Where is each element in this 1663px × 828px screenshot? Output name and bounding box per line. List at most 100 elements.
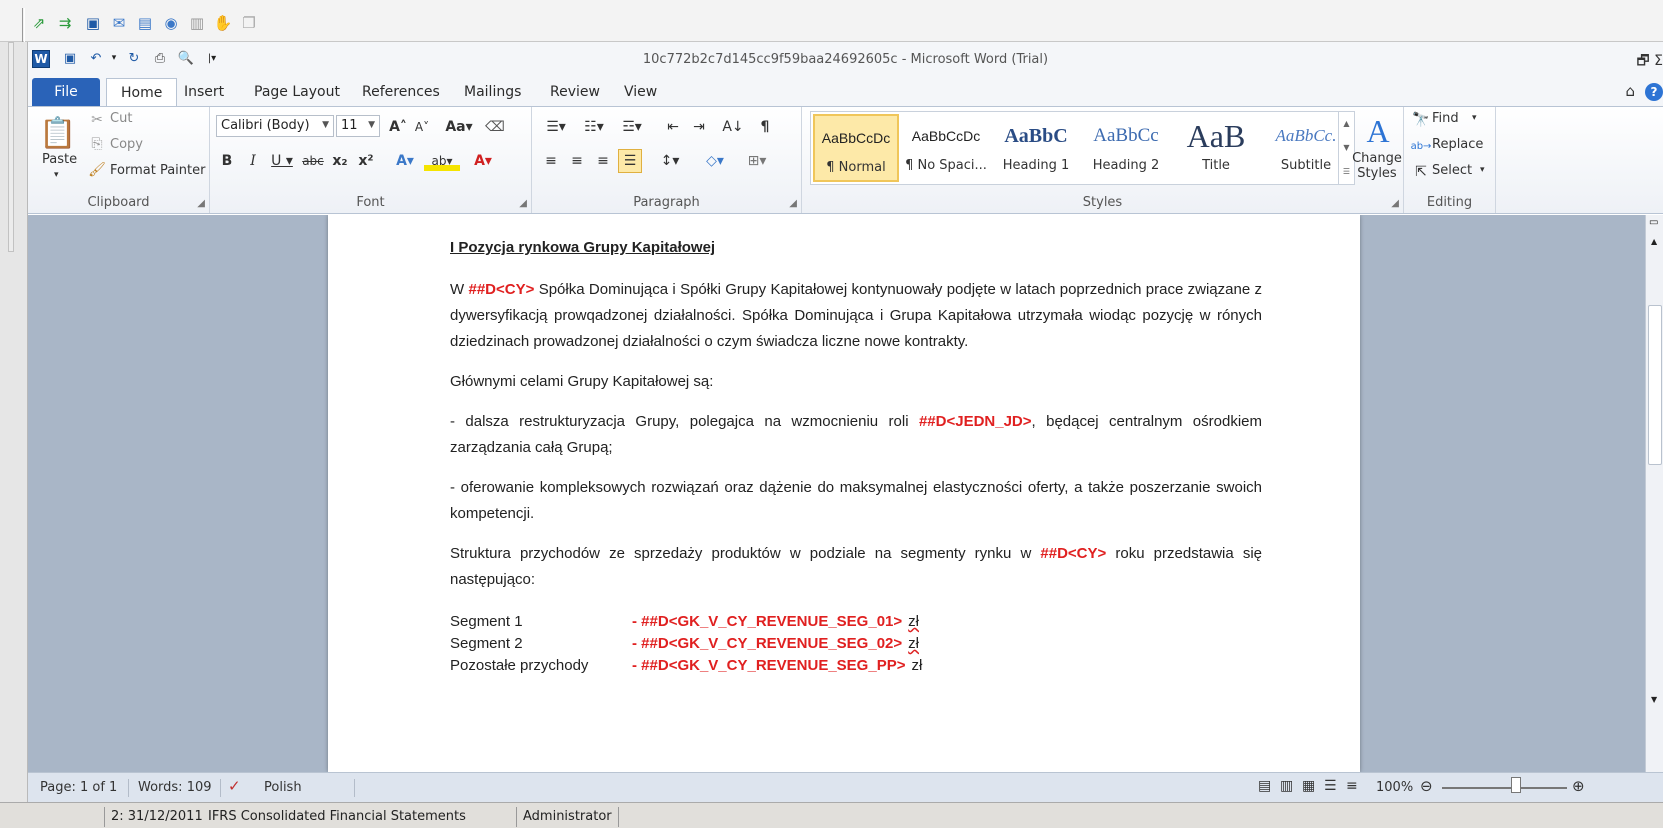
draft-icon[interactable]: ≡ [1346,778,1358,794]
word-count[interactable]: Words: 109 [138,780,212,795]
tab-view[interactable]: View [610,78,671,106]
style-subtitle[interactable]: AaBbCc. Subtitle [1263,114,1349,182]
copy-label[interactable]: Copy [110,137,143,152]
tab-references[interactable]: References [348,78,454,106]
find-dropdown-icon[interactable]: ▾ [1472,113,1477,123]
help-icon[interactable]: ? [1645,83,1663,101]
decrease-indent-icon[interactable]: ⇤ [662,117,684,137]
superscript-icon[interactable]: x² [356,151,376,171]
style-normal[interactable]: AaBbCcDc ¶ Normal [813,114,899,182]
borders-icon[interactable]: ⊞▾ [740,151,774,171]
scroll-thumb[interactable] [1648,305,1662,465]
format-painter-icon[interactable]: 🖌 [88,161,106,179]
font-size-dropdown[interactable]: 11 ▼ [336,115,380,137]
document-body[interactable]: I Pozycja rynkowa Grupy Kapitałowej W ##… [450,235,1262,677]
scroll-down-icon[interactable]: ▼ [1651,695,1657,704]
print-layout-icon[interactable]: ▤ [1258,778,1271,794]
replace-label[interactable]: Replace [1432,137,1483,152]
web-layout-icon[interactable]: ▦ [1302,778,1315,794]
green-arrow-icon[interactable]: ⇗ [28,12,50,34]
clear-formatting-icon[interactable]: ⌫ [484,117,506,137]
select-label[interactable]: Select [1432,163,1472,178]
paragraph-launcher-icon[interactable]: ◢ [789,198,797,209]
page-count[interactable]: Page: 1 of 1 [40,780,117,795]
book-icon[interactable]: ▥ [186,12,208,34]
style-heading-2[interactable]: AaBbCc Heading 2 [1083,114,1169,182]
paste-label[interactable]: Paste [42,152,77,167]
copy-icon[interactable]: ⎘ [88,135,106,153]
align-center-icon[interactable]: ≡ [566,151,588,171]
subscript-icon[interactable]: x₂ [330,151,350,171]
zoom-in-icon[interactable]: ⊕ [1572,777,1585,795]
select-icon[interactable]: ⇱ [1412,163,1430,181]
zoom-slider[interactable] [1442,787,1567,789]
align-left-icon[interactable]: ≡ [540,151,562,171]
tab-mailings[interactable]: Mailings [450,78,535,106]
font-name-dropdown[interactable]: Calibri (Body) ▼ [216,115,334,137]
calendar-icon[interactable]: ▤ [134,12,156,34]
clipboard-launcher-icon[interactable]: ◢ [197,198,205,209]
bold-icon[interactable]: B [218,151,236,171]
tab-insert[interactable]: Insert [170,78,238,106]
format-painter-label[interactable]: Format Painter [110,163,205,178]
full-screen-reading-icon[interactable]: ▥ [1280,778,1293,794]
shrink-font-icon[interactable]: A˅ [412,117,432,137]
font-launcher-icon[interactable]: ◢ [519,198,527,209]
scroll-up-icon[interactable]: ▲ [1651,237,1657,246]
toolbar-grip[interactable] [22,8,25,42]
style-heading-1[interactable]: AaBbC Heading 1 [993,114,1079,182]
style-no-spacing[interactable]: AaBbCcDc ¶ No Spaci... [903,114,989,182]
tab-file[interactable]: File [32,78,100,106]
change-styles-label[interactable]: Change Styles [1350,151,1404,181]
underline-icon[interactable]: U ▾ [268,151,296,171]
outline-icon[interactable]: ☰ [1324,778,1337,794]
align-right-icon[interactable]: ≡ [592,151,614,171]
select-dropdown-icon[interactable]: ▾ [1480,165,1485,175]
style-title[interactable]: AaB Title [1173,114,1259,182]
gallery-up-icon[interactable]: ▲ [1339,112,1354,136]
cut-icon[interactable]: ✂ [88,111,106,129]
text-effects-icon[interactable]: A▾ [390,151,420,171]
ruler-toggle-icon[interactable]: ▭ [1649,217,1658,228]
multilevel-list-icon[interactable]: ☲▾ [616,117,648,137]
proofing-icon[interactable]: ✓ [228,777,241,795]
strikethrough-icon[interactable]: abc [300,151,326,171]
tab-page-layout[interactable]: Page Layout [240,78,354,106]
globe-icon[interactable]: ◉ [160,12,182,34]
find-icon[interactable]: 🔭 [1412,111,1430,129]
numbering-icon[interactable]: ☷▾ [578,117,610,137]
change-styles-icon[interactable]: A [1360,111,1396,151]
show-marks-icon[interactable]: ¶ [754,117,776,137]
italic-icon[interactable]: I [244,151,262,171]
tab-review[interactable]: Review [536,78,614,106]
language[interactable]: Polish [264,780,302,795]
highlight-icon[interactable]: ab▾ [424,151,460,171]
font-color-icon[interactable]: A▾ [466,151,500,171]
save-icon[interactable]: ▣ [82,12,104,34]
green-arrows-icon[interactable]: ⇉ [54,12,76,34]
replace-icon[interactable]: ab→ [1411,137,1432,155]
mail-icon[interactable]: ✉ [108,12,130,34]
find-label[interactable]: Find [1432,111,1459,126]
tab-home[interactable]: Home [106,78,178,106]
vertical-scrollbar[interactable]: ▭ ▲ ▼ [1645,215,1663,772]
cut-label[interactable]: Cut [110,111,132,126]
bullets-icon[interactable]: ☰▾ [540,117,572,137]
zoom-level[interactable]: 100% [1376,780,1413,795]
increase-indent-icon[interactable]: ⇥ [688,117,710,137]
document-page[interactable]: I Pozycja rynkowa Grupy Kapitałowej W ##… [328,215,1360,772]
hand-icon[interactable]: ✋ [212,12,234,34]
shading-icon[interactable]: ◇▾ [698,151,732,171]
paste-dropdown-icon[interactable]: ▾ [54,170,59,180]
justify-icon[interactable]: ☰ [618,149,642,173]
zoom-out-icon[interactable]: ⊖ [1420,777,1433,795]
paste-icon[interactable]: 📋 [39,113,76,153]
grow-font-icon[interactable]: A˄ [388,117,408,137]
left-panel-splitter[interactable] [8,42,14,252]
line-spacing-icon[interactable]: ↕▾ [654,151,686,171]
styles-launcher-icon[interactable]: ◢ [1391,198,1399,209]
restore-window-icon[interactable]: 🗗 Σ [1637,50,1663,74]
change-case-icon[interactable]: Aa▾ [444,117,474,137]
minimize-ribbon-icon[interactable]: ⌂ [1625,82,1635,100]
zoom-slider-thumb[interactable] [1510,777,1521,793]
